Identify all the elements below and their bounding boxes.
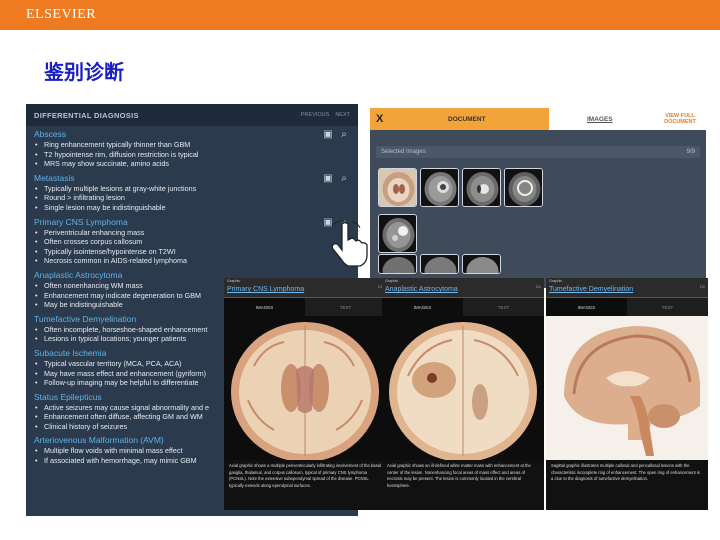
diagnosis-bullets: Periventricular enhancing massOften cros… [34,228,350,266]
diagnosis-item: Metastasis▣⌕Typically multiple lesions a… [34,172,350,213]
diagnosis-bullet: T2 hypointense rim, diffusion restrictio… [34,150,350,160]
card-header: Graphic Tumefactive Demyelination 1/1 [546,278,708,298]
tab-text[interactable]: TEXT [463,298,544,316]
brain-illustration [382,316,544,460]
tab-images[interactable]: IMAGES [382,298,463,316]
card-header: Graphic Anaplastic Astrocytoma 1/1 [382,278,544,298]
document-viewer: X DOCUMENT IMAGES VIEW FULL DOCUMENT Sel… [370,108,706,288]
thumbnail-image[interactable] [378,254,417,274]
diagnosis-bullet: Single lesion may be indistinguishable [34,203,350,213]
tab-images[interactable]: IMAGES [546,298,627,316]
diagnosis-bullet: Necrosis common in AIDS-related lymphoma [34,256,350,266]
thumbnail-image[interactable] [504,168,543,207]
next-link[interactable]: NEXT [335,112,350,118]
previous-link[interactable]: PREVIOUS [301,112,329,118]
diagnosis-name-link[interactable]: Metastasis [34,172,350,184]
diagnosis-bullets: Typically multiple lesions at gray-white… [34,184,350,213]
diagnosis-bullet: Typically isointense/hypointense on T2WI [34,247,350,257]
diagnosis-name-link[interactable]: Abscess [34,128,350,140]
card-caption: Axial graphic shows a multiple periventr… [229,463,381,488]
diagnosis-item: Primary CNS Lymphoma▣⌕Periventricular en… [34,216,350,266]
selected-images-label: Selected Images [381,149,426,155]
card-page-count: 1/1 [699,285,705,289]
tab-images[interactable]: IMAGES VIEW FULL DOCUMENT [549,108,706,130]
diagnosis-bullets: Ring enhancement typically thinner than … [34,140,350,169]
view-full-document-link[interactable]: VIEW FULL DOCUMENT [660,113,700,126]
thumbnail-image[interactable] [420,168,459,207]
diagnosis-bullet: Ring enhancement typically thinner than … [34,140,350,150]
page-title: 鉴别诊断 [44,60,124,84]
diagnosis-bullet: Typically multiple lesions at gray-white… [34,184,350,194]
diagnosis-item: Abscess▣⌕Ring enhancement typically thin… [34,128,350,169]
thumbnail-image[interactable] [462,254,501,274]
close-icon[interactable]: X [376,113,390,125]
tab-images-label: IMAGES [587,115,613,123]
card-kicker: Graphic [227,279,241,283]
diagnosis-bullet: Periventricular enhancing mass [34,228,350,238]
tab-text[interactable]: TEXT [305,298,386,316]
brain-illustration [546,316,708,460]
tab-text[interactable]: TEXT [627,298,708,316]
viewer-tabs: X DOCUMENT IMAGES VIEW FULL DOCUMENT [370,108,706,130]
elsevier-logo: ELSEVIER [26,7,97,22]
tab-document[interactable]: X DOCUMENT [370,108,549,130]
graphic-card: Graphic Tumefactive Demyelination 1/1 IM… [546,278,708,510]
top-bar: ELSEVIER [0,0,720,30]
thumbnail-image[interactable] [378,214,417,253]
panel-nav: PREVIOUS NEXT [301,112,350,118]
diagnosis-bullet: Often crosses corpus callosum [34,237,350,247]
tab-document-label: DOCUMENT [448,115,486,123]
thumbnail-image[interactable] [462,168,501,207]
card-tabs: IMAGES TEXT [382,298,544,316]
card-title-link[interactable]: Anaplastic Astrocytoma [385,286,458,293]
diagnosis-name-link[interactable]: Primary CNS Lymphoma [34,216,350,228]
selected-images-count: 9/9 [686,149,695,155]
card-caption: Axial graphic shows an ill-defined white… [387,463,531,488]
card-kicker: Graphic [385,279,399,283]
card-title-link[interactable]: Primary CNS Lymphoma [227,286,304,293]
thumbnail-image[interactable] [378,168,417,207]
selected-images-bar[interactable]: Selected Images 9/9 [376,146,700,158]
card-caption: Sagittal graphic illustrates multiple ca… [551,463,700,482]
panel-header: DIFFERENTIAL DIAGNOSIS PREVIOUS NEXT [26,104,358,126]
tab-images[interactable]: IMAGES [224,298,305,316]
card-header: Graphic Primary CNS Lymphoma 1/1 [224,278,386,298]
card-tabs: IMAGES TEXT [546,298,708,316]
graphic-card: Graphic Primary CNS Lymphoma 1/1 IMAGES … [224,278,386,510]
thumbnail-image[interactable] [420,254,459,274]
card-tabs: IMAGES TEXT [224,298,386,316]
panel-title: DIFFERENTIAL DIAGNOSIS [34,110,139,120]
diagnosis-bullet: Round > infiltrating lesion [34,193,350,203]
graphic-card: Graphic Anaplastic Astrocytoma 1/1 IMAGE… [382,278,544,510]
card-kicker: Graphic [549,279,563,283]
card-title-link[interactable]: Tumefactive Demyelination [549,286,633,293]
pointing-hand-icon [328,218,372,268]
diagnosis-bullet: MRS may show succinate, amino acids [34,159,350,169]
brain-illustration [224,316,386,460]
card-page-count: 1/1 [535,285,541,289]
